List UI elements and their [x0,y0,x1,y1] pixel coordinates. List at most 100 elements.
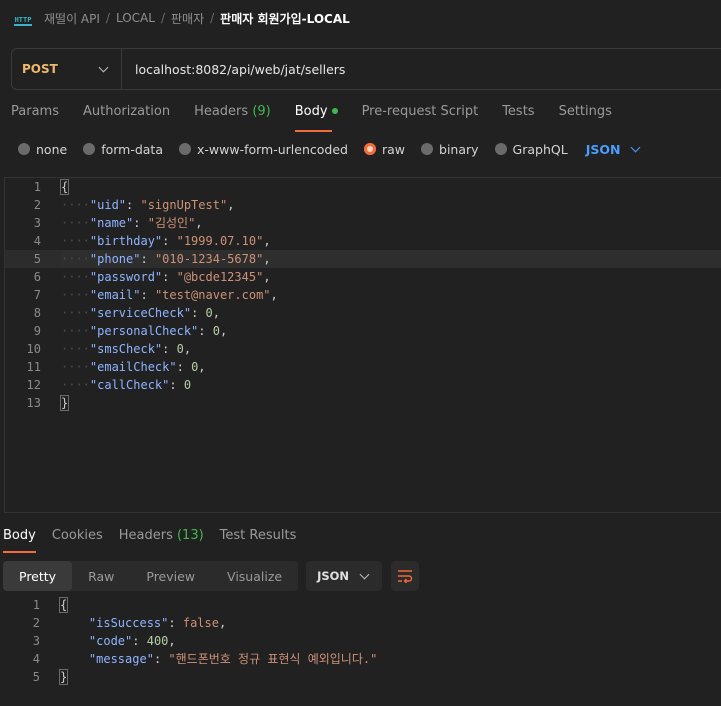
json-brace: { [59,179,70,195]
json-value: "@bcde12345" [176,270,264,284]
breadcrumb-request-name[interactable]: 판매자 회원가입-LOCAL [220,10,350,27]
tab-response-body[interactable]: Body [3,528,36,553]
body-modified-dot-icon [331,107,338,114]
line-number: 2 [32,616,40,630]
line-number: 3 [32,634,40,648]
code-line: 8 ····"serviceCheck": 0, [5,304,721,322]
view-pretty-button[interactable]: Pretty [3,561,73,591]
body-type-graphql[interactable]: GraphQL [494,142,568,157]
line-number: 10 [26,342,41,356]
code-line: 2 "isSuccess": false, [4,614,721,632]
body-type-binary[interactable]: binary [421,142,479,157]
wrap-lines-button[interactable] [391,561,420,591]
tab-tests[interactable]: Tests [502,104,534,130]
code-line: 6 ····"password": "@bcde12345", [5,268,721,286]
line-number: 13 [26,396,41,410]
radio-icon [179,143,191,155]
json-key: "password" [89,270,163,284]
json-comma: , [195,216,203,230]
line-number: 3 [33,216,41,230]
json-key: "smsCheck" [89,342,163,356]
json-comma: , [198,360,206,374]
chevron-down-icon [359,569,370,579]
line-number: 4 [33,234,41,248]
tab-headers[interactable]: Headers (9) [194,104,271,130]
body-format-select[interactable]: JSON [586,142,641,157]
json-comma: , [227,198,235,212]
json-comma: , [270,288,278,302]
view-visualize-button[interactable]: Visualize [211,561,298,591]
request-body-editor[interactable]: 1{2 ····"uid": "signUpTest", 3 ····"name": … [4,177,721,513]
view-preview-button[interactable]: Preview [130,561,211,591]
json-key: "phone" [89,252,141,266]
request-tabs: Params Authorization Headers (9) Body Pr… [11,104,636,132]
breadcrumb-separator: / [210,11,215,25]
json-value: "010-1234-5678" [154,252,264,266]
line-number: 11 [26,360,41,374]
headers-count: (9) [252,104,271,119]
response-tabs: Body Cookies Headers (13) Test Results [3,528,312,553]
breadcrumb-folder-seller[interactable]: 판매자 [171,10,204,27]
json-brace: { [58,597,69,613]
tab-response-headers[interactable]: Headers (13) [119,528,204,552]
json-comma: , [212,306,220,320]
code-line: 5} [4,668,721,686]
breadcrumb-folder-local[interactable]: LOCAL [116,11,155,25]
line-number: 2 [33,198,41,212]
line-number: 1 [33,180,41,194]
radio-selected-icon [363,143,376,155]
response-headers-count: (13) [176,528,204,543]
url-bar: POST localhost:8082/api/web/jat/sellers [11,48,721,90]
json-value: "test@naver.com" [154,288,271,302]
json-value: "김성인" [147,216,196,230]
json-key: "personalCheck" [89,324,199,338]
chevron-down-icon [631,142,641,152]
json-comma: , [219,324,228,338]
code-line: 4 "message": "핸드폰번호 정규 표현식 예외입니다." [4,650,721,668]
json-key: "emailCheck" [89,360,177,374]
code-line: 2 ····"uid": "signUpTest", [5,196,721,214]
code-line: 1{ [5,178,721,196]
code-line: 12 ····"callCheck": 0 [5,376,721,394]
tab-pre-request-script[interactable]: Pre-request Script [362,104,479,130]
body-type-raw[interactable]: raw [363,142,405,157]
tab-authorization[interactable]: Authorization [83,104,170,130]
json-value: false [182,616,219,630]
breadcrumb-separator: / [160,11,165,25]
method-select[interactable]: POST [12,49,122,89]
tab-test-results[interactable]: Test Results [220,528,297,552]
breadcrumb-collection[interactable]: 재떨이 API [44,10,100,27]
radio-icon [83,143,96,155]
code-line: 7 ····"email": "test@naver.com", [5,286,721,304]
line-number: 8 [33,306,41,320]
tab-params[interactable]: Params [11,104,59,130]
code-line: 1{ [4,596,721,614]
chevron-down-icon [98,62,109,72]
json-comma: , [263,270,271,284]
line-number: 12 [26,378,41,392]
view-raw-button[interactable]: Raw [72,561,130,591]
json-key: "isSuccess" [88,616,169,630]
response-format-select[interactable]: JSON [306,561,383,591]
wrap-lines-icon [398,570,413,583]
radio-icon [494,143,507,155]
response-body-viewer[interactable]: 1{2 "isSuccess": false, 3 "code": 400, 4 "… [4,596,721,706]
tab-body[interactable]: Body [294,104,338,132]
line-number: 4 [32,652,40,666]
body-type-none[interactable]: none [18,142,67,157]
json-value: "핸드폰번호 정규 표현식 예외입니다." [168,652,378,666]
body-type-urlencoded[interactable]: x-www-form-urlencoded [179,142,348,157]
radio-icon [421,143,434,155]
code-line: 13} [5,394,721,412]
line-number: 1 [32,598,40,612]
json-comma: , [183,342,192,356]
json-brace: } [59,395,70,411]
tab-response-cookies[interactable]: Cookies [52,528,103,552]
response-view-group: Pretty Raw Preview Visualize [3,561,299,591]
json-value: 400 [146,634,169,648]
tab-settings[interactable]: Settings [559,104,612,130]
json-value: "signUpTest" [140,198,228,212]
json-key: "code" [88,634,133,648]
body-type-form-data[interactable]: form-data [83,142,163,157]
url-input[interactable]: localhost:8082/api/web/jat/sellers [122,62,345,77]
